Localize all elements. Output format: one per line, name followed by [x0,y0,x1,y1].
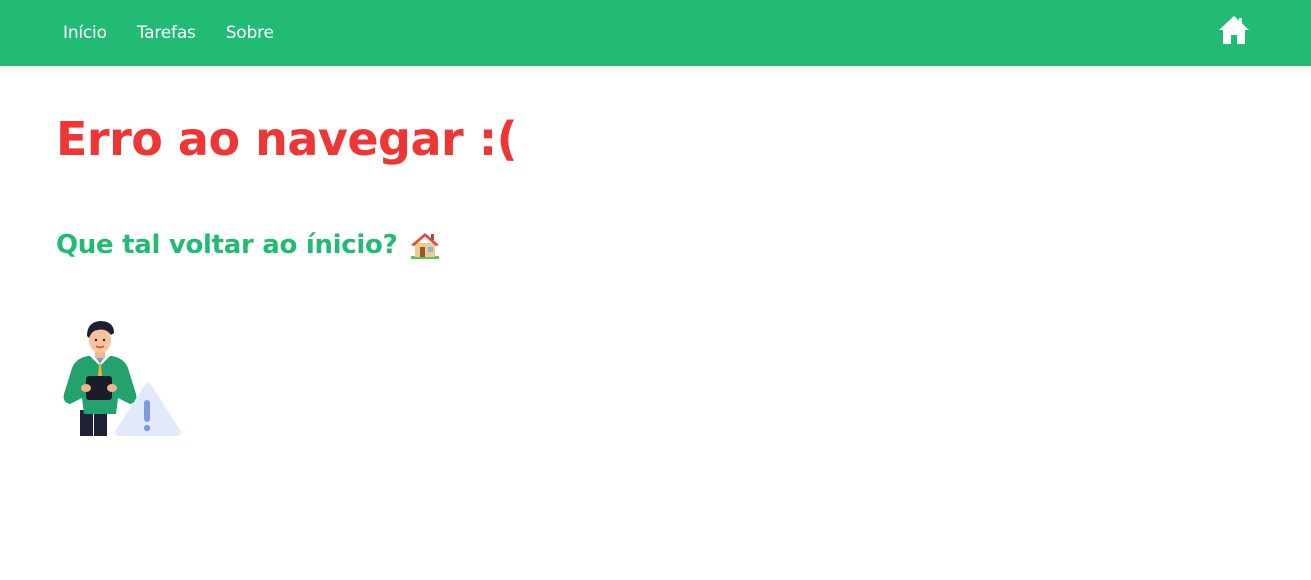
house-emoji-icon [411,233,440,259]
home-icon [1219,16,1249,44]
person-with-warning-illustration [56,318,184,440]
nav-link-sobre[interactable]: Sobre [226,23,274,43]
top-navbar: Início Tarefas Sobre [0,0,1311,66]
nav-links: Início Tarefas Sobre [63,0,304,66]
nav-link-inicio[interactable]: Início [63,23,107,43]
home-button[interactable] [1218,14,1250,46]
back-to-home-link[interactable]: Que tal voltar ao ínicio? [56,230,441,260]
illustration-svg [63,321,181,436]
nav-link-tarefas[interactable]: Tarefas [137,23,196,43]
back-to-home-label: Que tal voltar ao ínicio? [56,230,398,260]
page-title: Erro ao navegar :( [56,112,518,166]
